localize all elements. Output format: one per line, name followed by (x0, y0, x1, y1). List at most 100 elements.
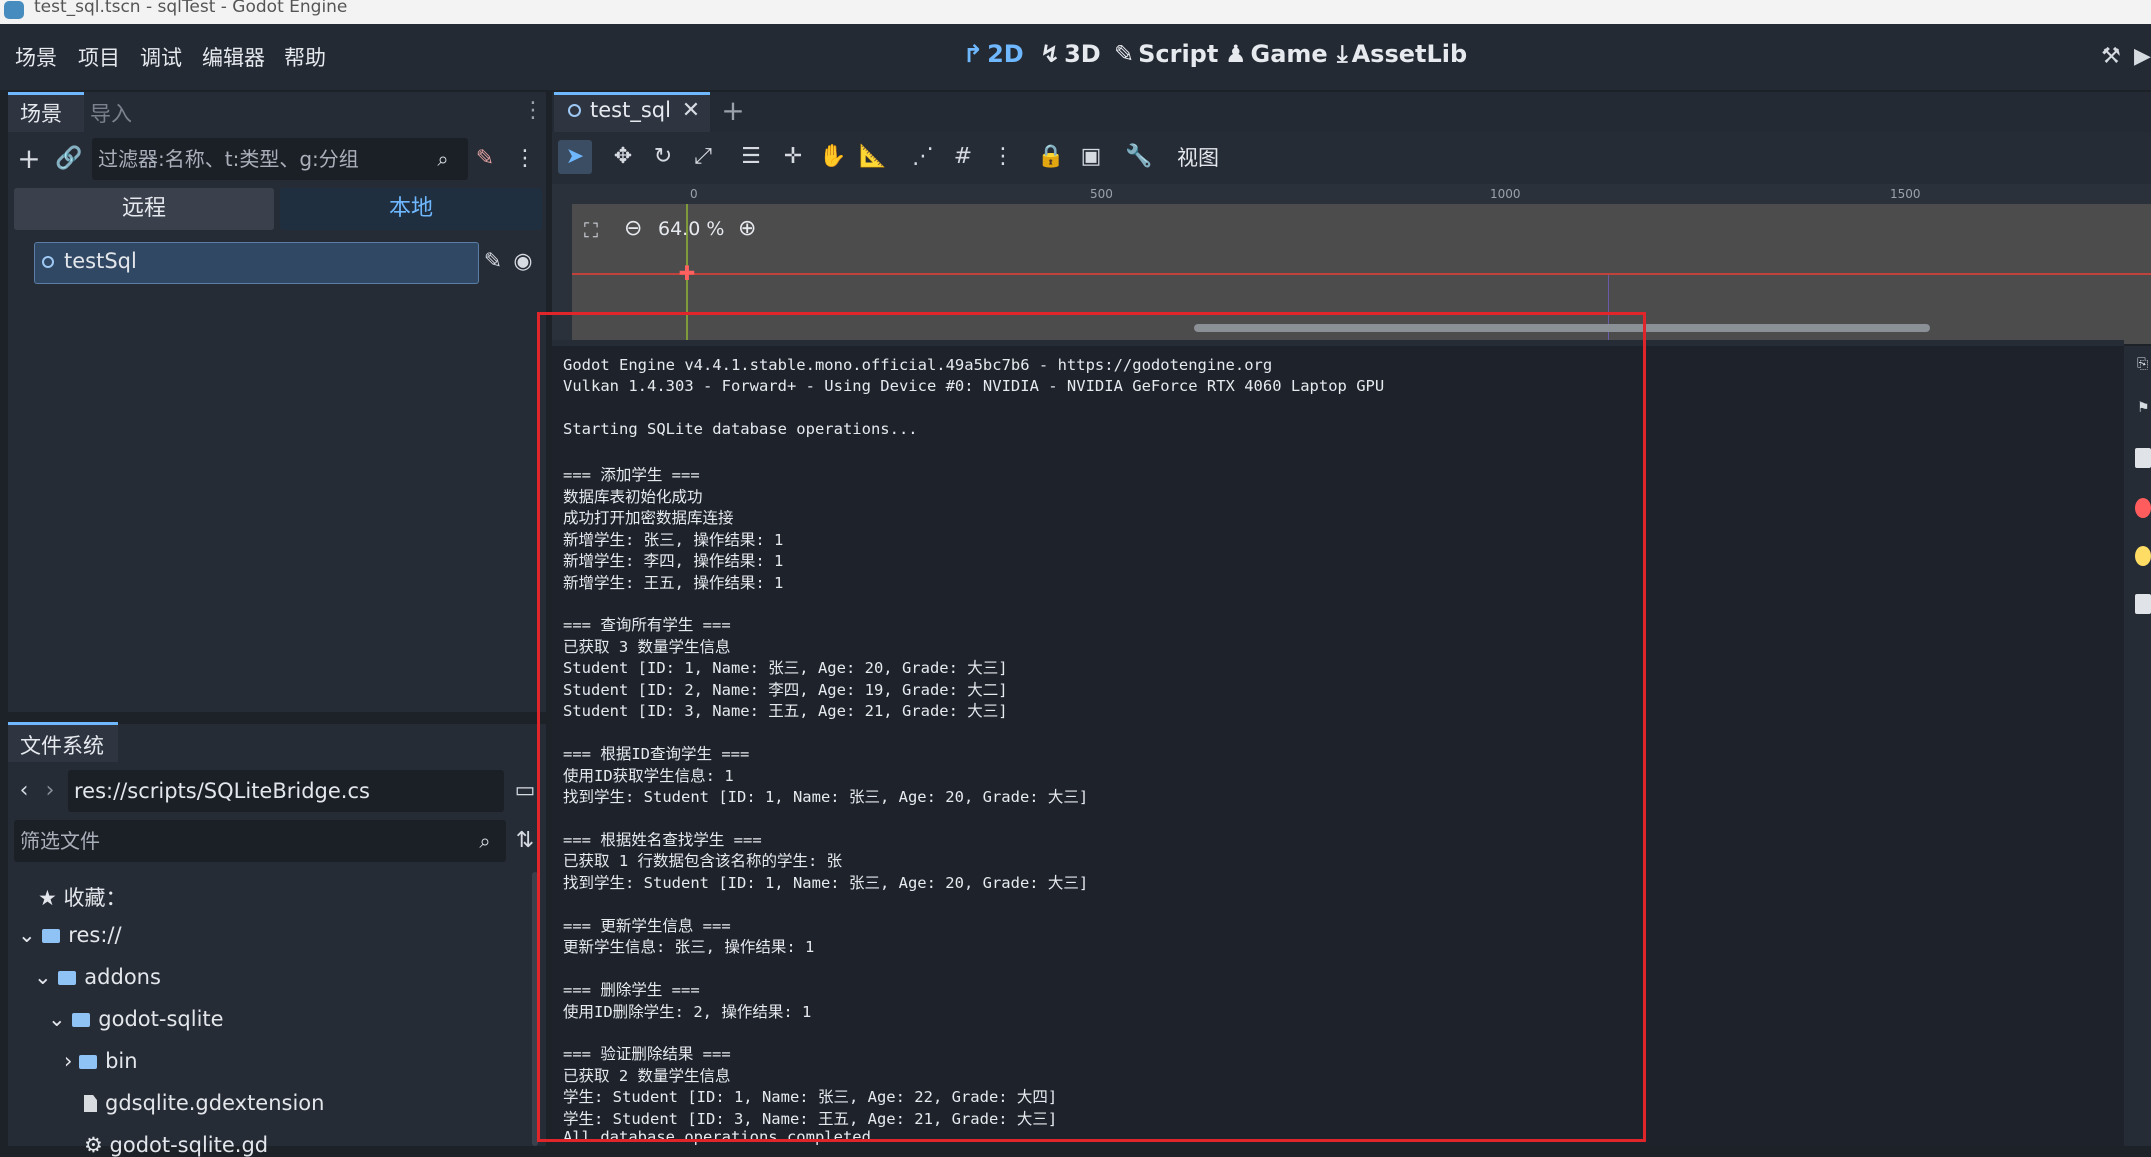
tree-item-res[interactable]: ⌄ res:// (18, 923, 122, 947)
lock-icon[interactable]: 🔒 (1034, 140, 1068, 174)
search-icon: ⌕ (437, 147, 449, 171)
view-menu-button[interactable]: 视图 (1168, 142, 1228, 174)
warning-filter-icon[interactable] (2135, 546, 2151, 566)
select-tool-icon[interactable]: ➤ (558, 140, 592, 174)
folder-icon (42, 929, 61, 943)
center-view-icon[interactable]: ⛶ (584, 218, 598, 242)
tab-scene[interactable]: 场景 (20, 98, 62, 128)
highlight-box (537, 312, 1646, 1142)
script-icon: ✎ (1114, 40, 1135, 68)
zoom-out-icon[interactable]: ⊖ (624, 216, 642, 241)
back-icon[interactable]: ‹ (12, 776, 36, 806)
workspace-2d-button[interactable]: ↱ 2D (963, 40, 1024, 68)
message-filter-icon[interactable] (2135, 594, 2151, 614)
2d-icon: ↱ (963, 40, 984, 68)
favorites-row[interactable]: ★ 收藏： (38, 882, 127, 912)
game-icon: ♟ (1225, 40, 1247, 68)
x-axis-line (572, 273, 2151, 275)
path-field[interactable]: res://scripts/SQLiteBridge.cs (68, 770, 504, 812)
chevron-down-icon: ⌄ (48, 1007, 66, 1031)
tree-item-addons[interactable]: ⌄ addons (34, 965, 161, 989)
gear-icon: ⚙ (84, 1133, 103, 1157)
scene-filter-input[interactable]: 过滤器:名称、t:类型、g:分组 (92, 138, 468, 180)
visibility-icon[interactable]: ◉ (508, 247, 538, 277)
rotate-tool-icon[interactable]: ↻ (646, 140, 680, 174)
scene-more-icon[interactable]: ⋮ (510, 144, 540, 174)
menu-debug[interactable]: 调试 (140, 42, 182, 72)
filter-icon[interactable]: ⚑ (2137, 400, 2150, 416)
ruler-label: 1000 (1490, 187, 1521, 201)
segment-local[interactable]: 本地 (280, 188, 542, 230)
grid-snap-icon[interactable]: # (946, 140, 980, 174)
run-icon[interactable]: ▶ (2134, 42, 2151, 72)
menu-bar: 场景 项目 调试 编辑器 帮助 ↱ 2D ↯ 3D ✎ Script ♟ Game ⤓ A… (0, 24, 2151, 90)
menu-editor[interactable]: 编辑器 (202, 42, 265, 72)
window-title-bar: test_sql.tscn - sqlTest - Godot Engine (0, 0, 2151, 24)
node-icon (42, 256, 54, 268)
snap-options-icon[interactable]: ⋮ (986, 140, 1020, 174)
segment-remote[interactable]: 远程 (14, 188, 274, 230)
file-search-icon: ⌕ (479, 829, 491, 853)
folder-icon (79, 1055, 98, 1069)
new-tab-icon[interactable]: + (718, 96, 748, 126)
smart-snap-icon[interactable]: ⋰ (906, 140, 940, 174)
window-title: test_sql.tscn - sqlTest - Godot Engine (34, 0, 348, 17)
scale-tool-icon[interactable]: ⤢ (686, 140, 720, 174)
workspace-game-button[interactable]: ♟ Game (1225, 40, 1328, 68)
pivot-tool-icon[interactable]: ✛ (776, 140, 810, 174)
tree-item-gdextension[interactable]: gdsqlite.gdextension (84, 1091, 324, 1115)
dock-menu-icon[interactable]: ⋮ (522, 96, 544, 126)
workspace-assetlib-button[interactable]: ⤓ AssetLib (1337, 40, 1467, 68)
split-mode-icon[interactable]: ▭ (510, 776, 540, 806)
scene-tab-label: test_sql (590, 98, 671, 122)
scene-tab-node-icon (568, 104, 581, 117)
tree-item-plugin-script[interactable]: ⚙ godot-sqlite.gd (84, 1133, 268, 1157)
tree-item-godot-sqlite[interactable]: ⌄ godot-sqlite (48, 1007, 224, 1031)
ruler-label: 0 (690, 187, 698, 201)
zoom-in-icon[interactable]: ⊕ (738, 216, 756, 241)
add-node-icon[interactable]: + (14, 144, 44, 174)
bone-icon[interactable]: 🔧 (1122, 140, 1156, 174)
ruler-label: 1500 (1890, 187, 1921, 201)
file-icon (84, 1095, 97, 1112)
copy-icon[interactable]: ⎘ (2137, 356, 2148, 372)
attach-script-icon[interactable]: ✎ (470, 144, 500, 174)
file-filter-input[interactable]: 筛选文件 (14, 820, 506, 862)
ruler-tool-icon[interactable]: 📐 (856, 140, 890, 174)
tab-import[interactable]: 导入 (90, 98, 132, 128)
assetlib-icon: ⤓ (1337, 40, 1348, 68)
3d-icon: ↯ (1040, 40, 1061, 68)
folder-icon (58, 971, 77, 985)
script-attached-icon[interactable]: ✎ (478, 247, 508, 277)
star-icon: ★ (38, 886, 57, 910)
close-tab-icon[interactable]: ✕ (676, 96, 706, 126)
group-icon[interactable]: ▣ (1074, 140, 1108, 174)
forward-icon[interactable]: › (38, 776, 62, 806)
chevron-down-icon: ⌄ (34, 965, 52, 989)
sort-icon[interactable]: ⇅ (510, 826, 540, 856)
origin-marker-icon: ✚ (678, 261, 696, 285)
menu-scene[interactable]: 场景 (15, 42, 57, 72)
chevron-right-icon: › (64, 1049, 73, 1073)
menu-project[interactable]: 项目 (78, 42, 120, 72)
hammer-icon[interactable]: ⚒ (2096, 42, 2126, 72)
workspace-script-button[interactable]: ✎ Script (1114, 40, 1218, 68)
list-select-icon[interactable]: ☰ (734, 140, 768, 174)
tab-filesystem[interactable]: 文件系统 (20, 730, 104, 760)
zoom-level[interactable]: 64.0 % (658, 218, 724, 240)
pan-tool-icon[interactable]: ✋ (816, 140, 850, 174)
error-filter-icon[interactable] (2135, 498, 2151, 518)
ruler-label: 500 (1090, 187, 1113, 201)
move-tool-icon[interactable]: ✥ (606, 140, 640, 174)
scene-dock (8, 92, 546, 712)
tree-item-bin[interactable]: › bin (64, 1049, 138, 1073)
scene-tab-bar (552, 92, 2151, 132)
godot-logo-icon (4, 1, 24, 19)
log-toggle-icon[interactable] (2135, 448, 2151, 468)
folder-icon (72, 1013, 91, 1027)
chevron-down-icon: ⌄ (18, 923, 36, 947)
root-node-label: testSql (64, 249, 137, 273)
link-icon[interactable]: 🔗 (54, 144, 84, 174)
menu-help[interactable]: 帮助 (284, 42, 326, 72)
workspace-3d-button[interactable]: ↯ 3D (1040, 40, 1101, 68)
